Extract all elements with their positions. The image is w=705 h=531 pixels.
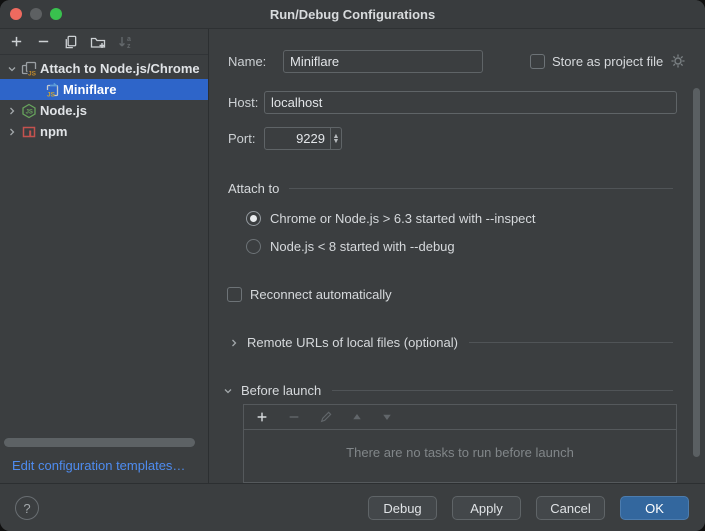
gear-icon[interactable] [670, 53, 686, 69]
separator-line [332, 390, 673, 391]
sort-configurations-button[interactable]: az [116, 33, 133, 50]
chevron-right-icon [228, 337, 240, 349]
host-input[interactable] [264, 91, 677, 114]
name-label: Name: [228, 54, 266, 69]
plus-icon [9, 34, 24, 49]
new-folder-button[interactable] [89, 33, 106, 50]
close-window-button[interactable] [10, 8, 22, 20]
store-as-project-file-checkbox[interactable] [530, 54, 545, 69]
attach-config-type-icon: JS [21, 61, 37, 77]
name-input[interactable] [283, 50, 483, 73]
attach-to-title: Attach to [228, 181, 279, 196]
apply-button[interactable]: Apply [452, 496, 521, 520]
main-vertical-scrollbar[interactable] [693, 88, 700, 457]
move-down-icon[interactable] [381, 411, 393, 423]
attach-option-debug[interactable]: Node.js < 8 started with --debug [246, 239, 455, 254]
edit-templates-link[interactable]: Edit configuration templates… [12, 458, 185, 473]
minus-icon [36, 34, 51, 49]
sort-az-icon: az [117, 34, 133, 50]
run-debug-configurations-dialog: Run/Debug Configurations az [0, 0, 705, 531]
add-task-icon[interactable] [255, 410, 269, 424]
help-label: ? [23, 501, 30, 516]
traffic-lights [10, 8, 62, 20]
remove-task-icon[interactable] [287, 410, 301, 424]
reconnect-checkbox[interactable] [227, 287, 242, 302]
npm-icon [21, 124, 37, 140]
sidebar-horizontal-scrollbar[interactable] [4, 438, 195, 447]
zoom-window-button[interactable] [50, 8, 62, 20]
configurations-sidebar: az JS Attach to Node.js/Chrome JS Minifl… [0, 29, 209, 483]
empty-tasks-text: There are no tasks to run before launch [244, 445, 676, 460]
separator-line [289, 188, 673, 189]
store-as-project-file-group: Store as project file [530, 53, 686, 69]
tree-item-npm[interactable]: npm [0, 121, 208, 142]
reconnect-label: Reconnect automatically [250, 287, 392, 302]
port-stepper: ▲ ▼ [264, 127, 342, 150]
new-folder-icon [90, 34, 106, 50]
svg-text:a: a [127, 36, 131, 43]
host-label: Host: [228, 95, 258, 110]
move-up-icon[interactable] [351, 411, 363, 423]
port-spinner: ▲ ▼ [330, 128, 341, 149]
svg-text:JS: JS [26, 109, 33, 115]
tree-item-attach-group[interactable]: JS Attach to Node.js/Chrome [0, 58, 208, 79]
remote-urls-toggle[interactable]: Remote URLs of local files (optional) [228, 335, 673, 350]
configuration-form: Name: Store as project file Host: Port: … [209, 29, 705, 483]
before-launch-toggle[interactable]: Before launch [222, 383, 673, 398]
chevron-right-icon[interactable] [5, 105, 19, 117]
chevron-right-icon[interactable] [5, 126, 19, 138]
port-input[interactable] [265, 128, 330, 149]
radio-selected[interactable] [246, 211, 261, 226]
attach-option-inspect[interactable]: Chrome or Node.js > 6.3 started with --i… [246, 211, 536, 226]
configurations-tree: JS Attach to Node.js/Chrome JS Miniflare… [0, 58, 208, 142]
footer-buttons: Debug Apply Cancel OK [368, 496, 689, 520]
attach-option-label: Chrome or Node.js > 6.3 started with --i… [270, 211, 536, 226]
help-button[interactable]: ? [15, 496, 39, 520]
add-configuration-button[interactable] [8, 33, 25, 50]
dialog-footer: ? Debug Apply Cancel OK [0, 483, 705, 531]
remove-configuration-button[interactable] [35, 33, 52, 50]
miniflare-config-icon: JS [44, 82, 60, 98]
ok-button[interactable]: OK [620, 496, 689, 520]
cancel-button[interactable]: Cancel [536, 496, 605, 520]
chevron-down-icon[interactable] [5, 63, 19, 75]
radio-unselected[interactable] [246, 239, 261, 254]
tree-item-label: Miniflare [63, 82, 116, 97]
before-launch-toolbar [244, 405, 676, 430]
tree-item-nodejs[interactable]: JS Node.js [0, 100, 208, 121]
sidebar-toolbar: az [0, 29, 208, 55]
attach-option-label: Node.js < 8 started with --debug [270, 239, 455, 254]
debug-button[interactable]: Debug [368, 496, 437, 520]
reconnect-group: Reconnect automatically [227, 287, 392, 302]
store-as-project-file-label: Store as project file [552, 54, 663, 69]
svg-text:JS: JS [47, 91, 56, 98]
copy-configuration-button[interactable] [62, 33, 79, 50]
svg-text:JS: JS [28, 70, 37, 77]
tree-item-miniflare[interactable]: JS Miniflare [0, 79, 208, 100]
tree-item-label: npm [40, 124, 67, 139]
window-titlebar: Run/Debug Configurations [0, 0, 705, 29]
window-title: Run/Debug Configurations [270, 7, 435, 22]
port-label: Port: [228, 131, 255, 146]
before-launch-label: Before launch [241, 383, 321, 398]
chevron-down-icon [222, 385, 234, 397]
remote-urls-label: Remote URLs of local files (optional) [247, 335, 458, 350]
attach-to-group-header: Attach to [228, 181, 673, 196]
spinner-down-icon[interactable]: ▼ [333, 139, 340, 144]
before-launch-panel: There are no tasks to run before launch [243, 404, 677, 483]
edit-task-icon[interactable] [319, 410, 333, 424]
minimize-window-button[interactable] [30, 8, 42, 20]
copy-icon [63, 34, 78, 49]
nodejs-icon: JS [21, 103, 37, 119]
svg-text:z: z [127, 43, 131, 50]
tree-item-label: Node.js [40, 103, 87, 118]
tree-item-label: Attach to Node.js/Chrome [40, 61, 200, 76]
separator-line [469, 342, 673, 343]
